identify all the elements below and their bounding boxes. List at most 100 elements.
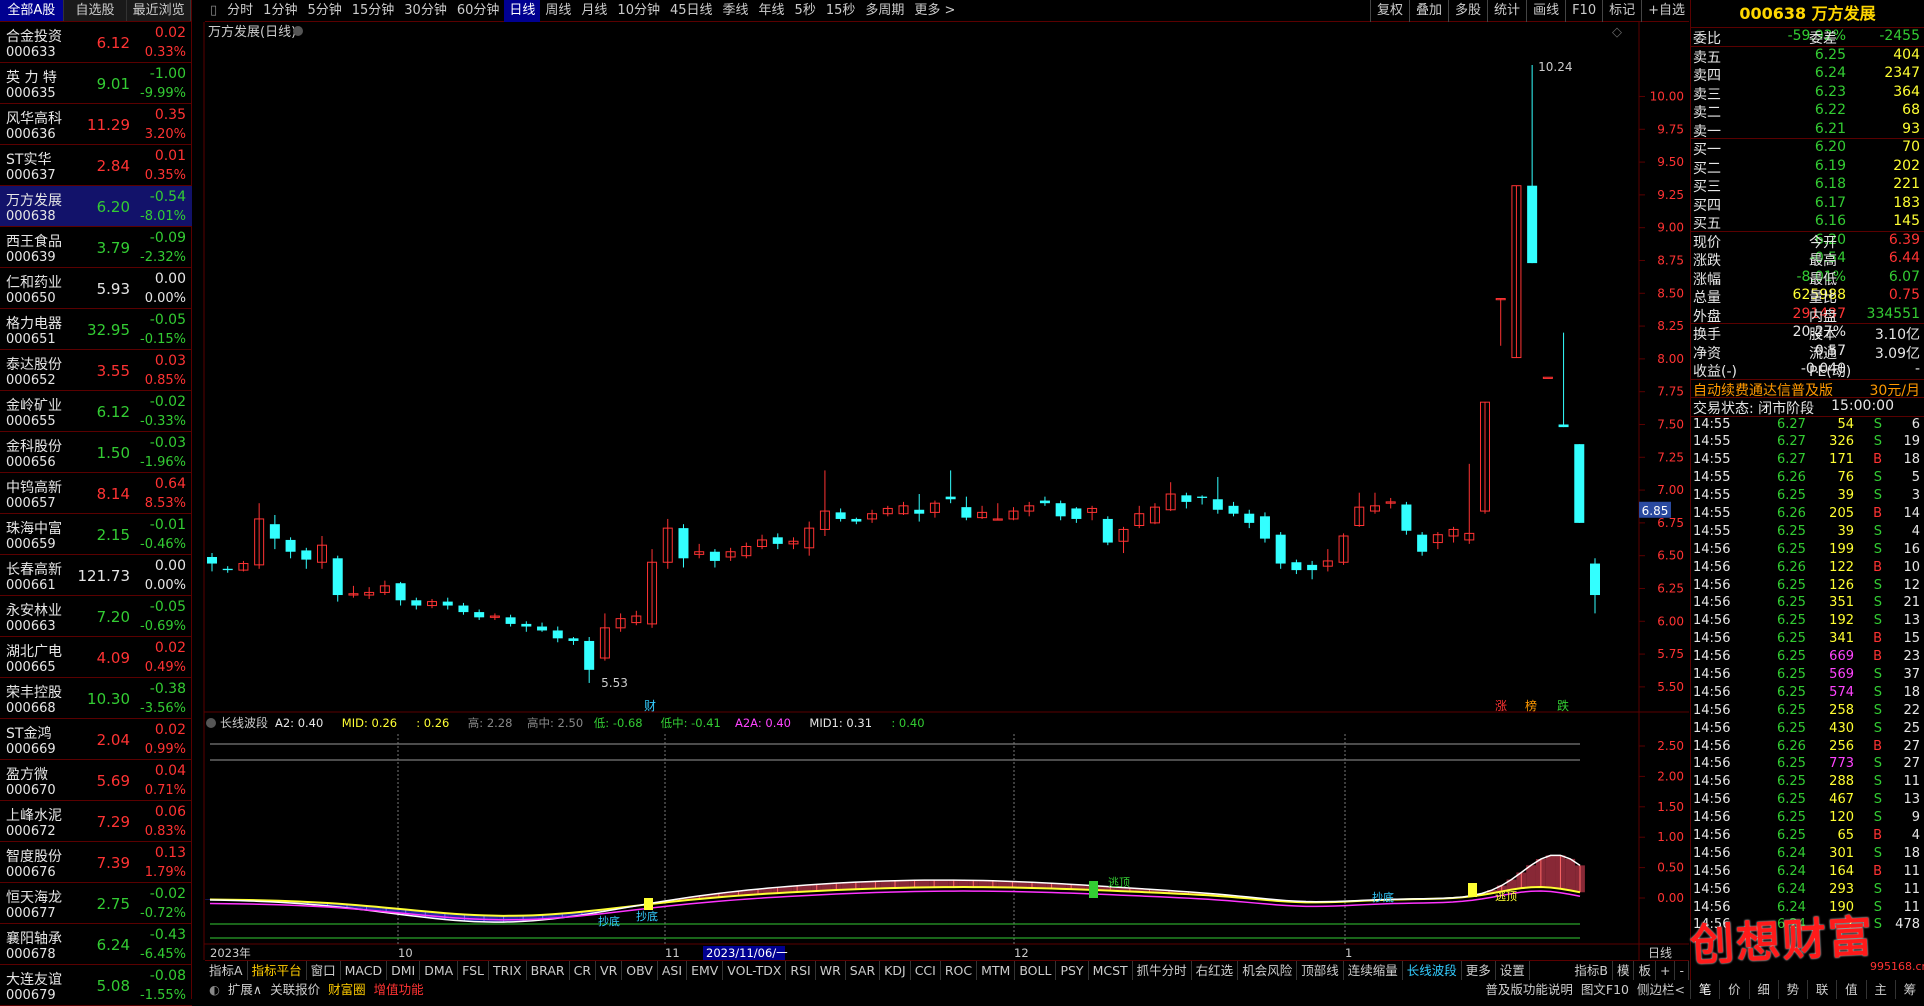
ad-row[interactable]: 自动续费通达信普及版 30元/月 [1691, 380, 1924, 399]
extension-item[interactable]: 关联报价 [266, 980, 324, 999]
quote-tab[interactable]: 笔 [1690, 980, 1719, 999]
extension-item[interactable]: 财富圈 [324, 980, 370, 999]
indicator-tab[interactable]: SAR [846, 961, 881, 980]
tick-volume: 288 [1829, 774, 1854, 790]
date-label: 12 [1014, 946, 1029, 960]
tick-price: 6.25 [1777, 666, 1806, 682]
candle [474, 609, 485, 620]
quote-tab[interactable]: 细 [1748, 980, 1778, 999]
indicator-tab[interactable]: KDJ [880, 961, 911, 980]
quote-tab[interactable]: 势 [1777, 980, 1807, 999]
candle [851, 517, 862, 525]
tick-volume: 171 [1829, 452, 1854, 468]
ad-price[interactable]: 30元/月 [1869, 380, 1920, 400]
candle [442, 597, 453, 610]
event-marker[interactable]: 涨 [1495, 698, 1507, 713]
indicator-tab[interactable]: MTM [977, 961, 1016, 980]
indicator-tab[interactable]: CCI [911, 961, 941, 980]
order-label: 卖一 [1693, 123, 1721, 140]
indicator-tab[interactable]: DMI [387, 961, 421, 980]
event-marker[interactable]: 跌 [1557, 698, 1569, 713]
candle [537, 622, 548, 632]
tick-side: S [1873, 595, 1882, 611]
tick-count: 6 [1911, 416, 1920, 432]
indicator-readout: 高中: 2.50 [527, 716, 583, 730]
candle [1307, 560, 1318, 580]
quote-tab[interactable]: 筹 [1894, 980, 1924, 999]
indicator-tick-label: 2.50 [1657, 739, 1684, 753]
indicator-tab[interactable]: VOL-TDX [723, 961, 787, 980]
indicator-tab[interactable]: OBV [622, 961, 658, 980]
indicator-tab[interactable]: 指标平台 [248, 961, 307, 980]
tick-price: 6.25 [1777, 595, 1806, 611]
tick-side: S [1873, 613, 1882, 629]
extension-item[interactable]: 增值功能 [370, 980, 428, 999]
quote-tab[interactable]: 值 [1836, 980, 1865, 999]
event-marker[interactable]: 财 [644, 699, 656, 713]
ad-text[interactable]: 自动续费通达信普及版 [1693, 380, 1833, 400]
indicator-tab[interactable]: 机会风险 [1238, 961, 1298, 980]
indicator-tab[interactable]: MACD [341, 961, 388, 980]
indicator-tab[interactable]: PSY [1056, 961, 1089, 980]
order-label: 卖三 [1693, 86, 1721, 103]
candle [222, 566, 233, 573]
indicator-tab[interactable]: MCST [1089, 961, 1133, 980]
indicator-tab[interactable]: WR [816, 961, 846, 980]
order-price: 6.19 [1814, 157, 1846, 174]
tick-count: 25 [1903, 720, 1920, 736]
indicator-tab-right[interactable]: 板 [1634, 961, 1656, 980]
indicator-tab[interactable]: BOLL [1015, 961, 1057, 980]
candle [741, 542, 752, 559]
tick-row: 14:55 6.26 205 B 14 [1691, 506, 1924, 524]
indicator-tab[interactable]: FSL [458, 961, 490, 980]
extension-right-item[interactable]: 普及版功能说明 [1481, 980, 1577, 999]
quote-tab[interactable]: 主 [1865, 980, 1895, 999]
indicator-tab-right[interactable]: + [1656, 961, 1676, 980]
quote-label: PE(动) [1809, 364, 1852, 380]
quote-tab[interactable]: 价 [1719, 980, 1748, 999]
event-marker[interactable]: 榜 [1525, 698, 1537, 713]
indicator-tab[interactable]: 更多 [1462, 961, 1496, 980]
tick-side: S [1873, 720, 1882, 736]
order-volume: 202 [1893, 157, 1920, 174]
indicator-tab-right[interactable]: - [1675, 961, 1689, 980]
candle [1464, 463, 1475, 544]
quote-label: 股本 [1809, 327, 1837, 343]
indicator-name: 长线波段 [220, 715, 268, 730]
tick-volume: 39 [1837, 523, 1854, 539]
indicator-tab[interactable]: VR [596, 961, 623, 980]
extension-item[interactable]: 扩展∧ [224, 980, 266, 999]
indicator-tab[interactable]: 指标A [205, 961, 248, 980]
indicator-tab[interactable]: ASI [658, 961, 688, 980]
indicator-tab-right[interactable]: 指标B [1570, 961, 1613, 980]
extension-right-item[interactable]: 侧边栏< [1633, 980, 1689, 999]
indicator-tab[interactable]: BRAR [527, 961, 570, 980]
indicator-tab[interactable]: EMV [687, 961, 724, 980]
indicator-tab[interactable]: 右红选 [1192, 961, 1239, 980]
indicator-tab[interactable]: 设置 [1496, 961, 1530, 980]
indicator-tab[interactable]: 顶部线 [1297, 961, 1344, 980]
chart-area[interactable]: 万方发展(日线)10.009.759.509.259.008.758.508.2… [0, 0, 1924, 999]
indicator-tab-right[interactable]: 模 [1613, 961, 1635, 980]
toggle-switch-icon[interactable]: ◐ [205, 980, 224, 999]
indicator-tab[interactable]: 抓牛分时 [1133, 961, 1192, 980]
indicator-tab[interactable]: DMA [420, 961, 459, 980]
candle [584, 637, 595, 683]
price-tick-label: 5.75 [1657, 647, 1684, 661]
extension-right-item[interactable]: 图文F10 [1577, 980, 1633, 999]
candle [1574, 444, 1585, 523]
quote-tab[interactable]: 联 [1807, 980, 1836, 999]
indicator-tab[interactable]: CR [570, 961, 597, 980]
chevron-down-icon[interactable] [293, 26, 303, 36]
indicator-tab[interactable]: TRIX [489, 961, 527, 980]
indicator-tab[interactable]: RSI [786, 961, 816, 980]
indicator-tab[interactable]: 窗口 [307, 961, 341, 980]
candle [757, 534, 768, 550]
indicator-tab[interactable]: ROC [941, 961, 978, 980]
tick-time: 14:56 [1693, 541, 1731, 557]
candle [1558, 332, 1569, 428]
diamond-icon[interactable]: ◇ [1612, 25, 1622, 40]
indicator-tab[interactable]: 连续缩量 [1344, 961, 1403, 980]
chevron-down-icon[interactable] [206, 718, 216, 728]
indicator-tab[interactable]: 长线波段 [1403, 961, 1462, 980]
